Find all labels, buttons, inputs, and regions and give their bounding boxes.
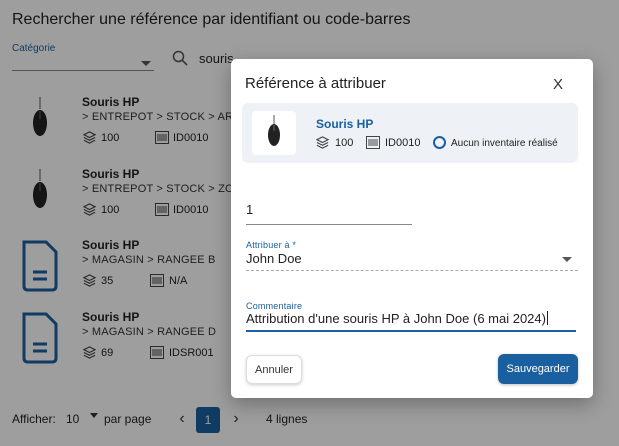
mouse-icon (268, 115, 280, 146)
barcode-icon (366, 136, 380, 149)
comment-label: Commentaire (246, 301, 303, 311)
assign-select[interactable]: John Doe (246, 251, 578, 271)
text-caret (546, 311, 548, 325)
quantity-field[interactable]: 1 (246, 201, 412, 225)
reference-name: Souris HP (316, 117, 374, 131)
cancel-button[interactable]: Annuler (246, 355, 302, 384)
circle-icon (433, 136, 446, 149)
reference-qty: 100 (335, 137, 354, 149)
assign-reference-dialog: Référence à attribuer X Souris HP 100 ID… (231, 59, 593, 398)
comment-text: Attribution d'une souris HP à John Doe (… (246, 311, 546, 326)
reference-id: ID0010 (385, 137, 421, 149)
layers-icon (316, 136, 329, 149)
chevron-down-icon[interactable] (562, 257, 572, 262)
save-button[interactable]: Sauvegarder (498, 354, 578, 384)
comment-field[interactable]: Attribution d'une souris HP à John Doe (… (246, 311, 576, 332)
reference-card: Souris HP 100 ID0010 Aucun inventaire ré… (242, 103, 578, 163)
assign-label: Attribuer à * (246, 240, 297, 250)
reference-thumbnail (252, 111, 296, 155)
dialog-title: Référence à attribuer (245, 75, 386, 92)
close-button[interactable]: X (553, 76, 563, 93)
inventory-status: Aucun inventaire réalisé (451, 138, 558, 149)
